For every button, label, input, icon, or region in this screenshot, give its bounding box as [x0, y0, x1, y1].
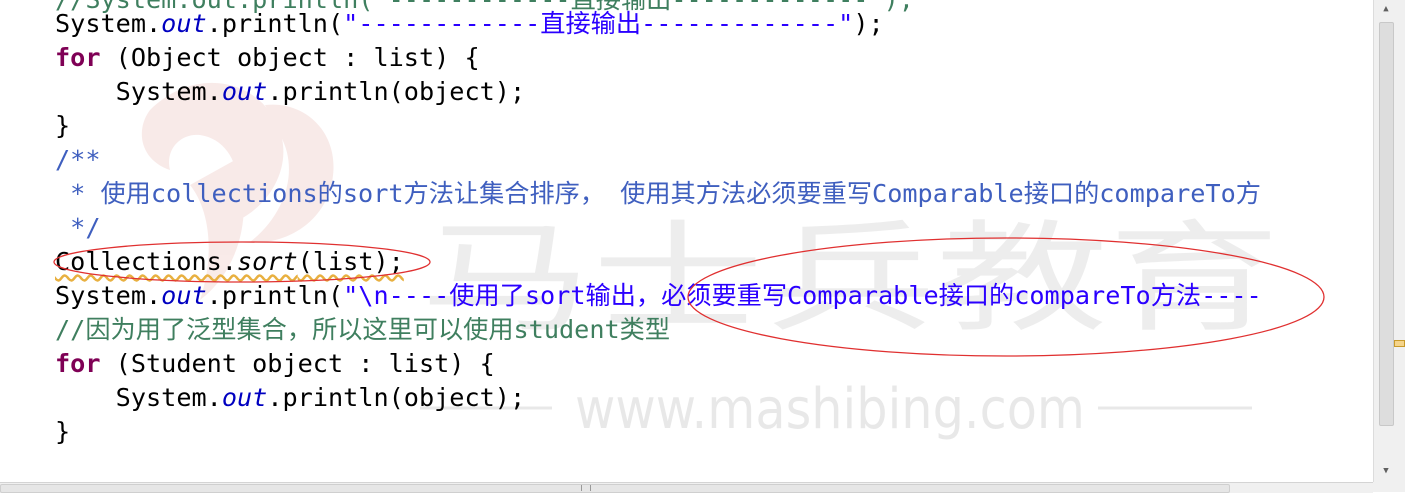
watermark-url: www.mashibing.com [575, 377, 1085, 442]
token-println: .println( [206, 281, 344, 310]
scroll-grip-icon [581, 485, 591, 491]
token-out: out [221, 383, 268, 412]
code-line-6: * 使用collections的sort方法让集合排序， 使用其方法必须要重写C… [55, 179, 1261, 208]
token-for: for [55, 349, 101, 378]
code-line-4: } [55, 111, 71, 140]
token-string: "------------直接输出-------------" [343, 9, 854, 38]
token-for-rest: (Student object : list) { [100, 349, 495, 378]
token-sort-args: (list); [297, 247, 404, 276]
token-system: System. [55, 9, 162, 38]
token-collections: Collections. [55, 247, 237, 276]
token-system: System. [115, 77, 222, 106]
token-string: "\n----使用了sort输出，必须要重写Comparable接口的compa… [343, 281, 1262, 310]
code-editor[interactable]: 马士兵教育 www.mashibing.com //System.out.pri… [0, 0, 1373, 482]
code-line-7: */ [55, 213, 101, 242]
code-line-3: System.out.println(object); [55, 75, 525, 109]
token-out: out [161, 281, 207, 310]
scroll-up-icon[interactable]: ▲ [1379, 2, 1393, 16]
token-for: for [55, 43, 101, 72]
scrollbar-corner [1373, 482, 1405, 492]
token-println: .println(object); [267, 77, 526, 106]
token-out: out [221, 77, 268, 106]
code-line-1: System.out.println("------------直接输出----… [55, 7, 884, 41]
code-line-2: for (Object object : list) { [55, 41, 480, 75]
code-line-10: //因为用了泛型集合，所以这里可以使用student类型 [55, 315, 671, 344]
vertical-scroll-thumb[interactable] [1379, 22, 1394, 426]
code-line-8: Collections.sort(list); [55, 245, 404, 279]
horizontal-scrollbar[interactable] [0, 482, 1373, 493]
token-end: ); [853, 9, 884, 38]
token-sort: sort [236, 247, 298, 276]
token-system: System. [55, 281, 162, 310]
vertical-scrollbar[interactable]: ▲ ▼ [1373, 0, 1405, 482]
code-line-9: System.out.println("\n----使用了sort输出，必须要重… [55, 279, 1262, 313]
overview-ruler-marker[interactable] [1394, 340, 1405, 347]
code-line-12: System.out.println(object); [55, 381, 525, 415]
scroll-down-icon[interactable]: ▼ [1379, 464, 1393, 478]
token-for-rest: (Object object : list) { [100, 43, 480, 72]
token-println: .println(object); [267, 383, 526, 412]
token-println: .println( [206, 9, 344, 38]
token-system: System. [115, 383, 222, 412]
token-out: out [161, 9, 207, 38]
code-line-13: } [55, 417, 71, 446]
code-line-11: for (Student object : list) { [55, 347, 495, 381]
code-line-5: /** [55, 145, 101, 174]
